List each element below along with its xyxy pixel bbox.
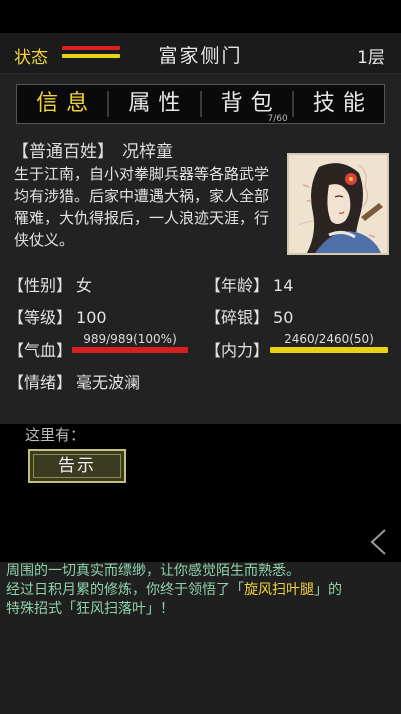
message-log: 周围的一切真实而缥缈，让你感觉陌生而熟悉。 经过日积月累的修炼，你终于领悟了「旋… [0, 562, 401, 714]
hp-bar: 989/989(100%) [72, 332, 188, 353]
mp-label: 【内力】 [205, 341, 270, 360]
log-line: 经过日积月累的修炼，你终于领悟了「旋风扫叶腿」的 [0, 581, 401, 600]
hp-value: 989/989(100%) [83, 332, 177, 346]
age-label: 【年龄】 [205, 276, 270, 295]
stat-mood: 【情绪】 毫无波澜 [8, 369, 140, 393]
mood-value: 毫无波澜 [76, 373, 141, 392]
inventory-count: 7/60 [267, 114, 288, 124]
log-skill-highlight: 旋风扫叶腿 [244, 582, 314, 598]
character-portrait[interactable] [287, 153, 389, 255]
log-line: 周围的一切真实而缥缈，让你感觉陌生而熟悉。 [6, 563, 300, 579]
tab-skills-label: 技能 [312, 91, 373, 116]
character-panel: 信息 属性 背包 7/60 技能 【普通百姓】 况梓童 生于江南，自小对拳脚兵器等各… [0, 74, 401, 424]
tab-info-label: 信息 [36, 91, 97, 116]
stat-level: 【等级】 100 [8, 304, 107, 328]
character-bio: 生于江南，自小对拳脚兵器等各路武学均有涉猎。后家中遭遇大祸，家人全部罹难，大仇得… [14, 165, 270, 249]
silver-label: 【碎银】 [205, 308, 270, 327]
tab-inventory[interactable]: 背包 7/60 [202, 85, 292, 124]
notice-button[interactable]: 告示 [28, 449, 126, 483]
gender-label: 【性别】 [8, 276, 73, 295]
location-title: 富家侧门 [158, 45, 243, 67]
portrait-image [289, 155, 387, 253]
game-screen: 状态 富家侧门 1层 信息 属性 背包 7/60 技能 【普通百姓】 况梓童 生于江… [0, 0, 401, 714]
log-text: 」的 [314, 582, 342, 598]
stat-age: 【年龄】 14 [205, 272, 293, 296]
log-line: 特殊招式「狂风扫落叶」！ [6, 601, 174, 617]
notice-button-label: 告示 [58, 456, 96, 476]
mp-value: 2460/2460(50) [284, 332, 374, 346]
mp-bar-fill [270, 347, 388, 353]
stat-gender: 【性别】女 [8, 272, 92, 296]
gender-value: 女 [76, 276, 93, 295]
level-label: 【等级】 [8, 308, 73, 327]
tab-attributes[interactable]: 属性 [109, 85, 199, 123]
tab-bar: 信息 属性 背包 7/60 技能 [16, 84, 385, 124]
character-name: 况梓童 [122, 142, 173, 162]
mp-bar: 2460/2460(50) [270, 332, 388, 353]
triangle-left-icon[interactable] [369, 528, 387, 556]
tab-attributes-label: 属性 [128, 91, 189, 116]
top-bar: 状态 富家侧门 1层 [0, 33, 401, 74]
tab-info[interactable]: 信息 [17, 85, 107, 123]
hp-label: 【气血】 [8, 341, 73, 360]
stat-mp: 【内力】 [205, 337, 269, 361]
age-value: 14 [273, 276, 294, 295]
character-title: 【普通百姓】 [12, 142, 114, 162]
stat-hp: 【气血】 [8, 337, 72, 361]
silver-value: 50 [273, 308, 294, 327]
here-label: 这里有： [25, 426, 86, 444]
stat-silver: 【碎银】 50 [205, 304, 293, 328]
tab-skills[interactable]: 技能 [294, 85, 384, 123]
floor-indicator: 1层 [357, 48, 385, 68]
level-value: 100 [76, 308, 107, 327]
mood-label: 【情绪】 [8, 373, 73, 392]
hp-bar-fill [72, 347, 188, 353]
character-heading: 【普通百姓】 况梓童 [12, 137, 173, 162]
log-text: 经过日积月累的修炼，你终于领悟了「 [6, 582, 244, 598]
